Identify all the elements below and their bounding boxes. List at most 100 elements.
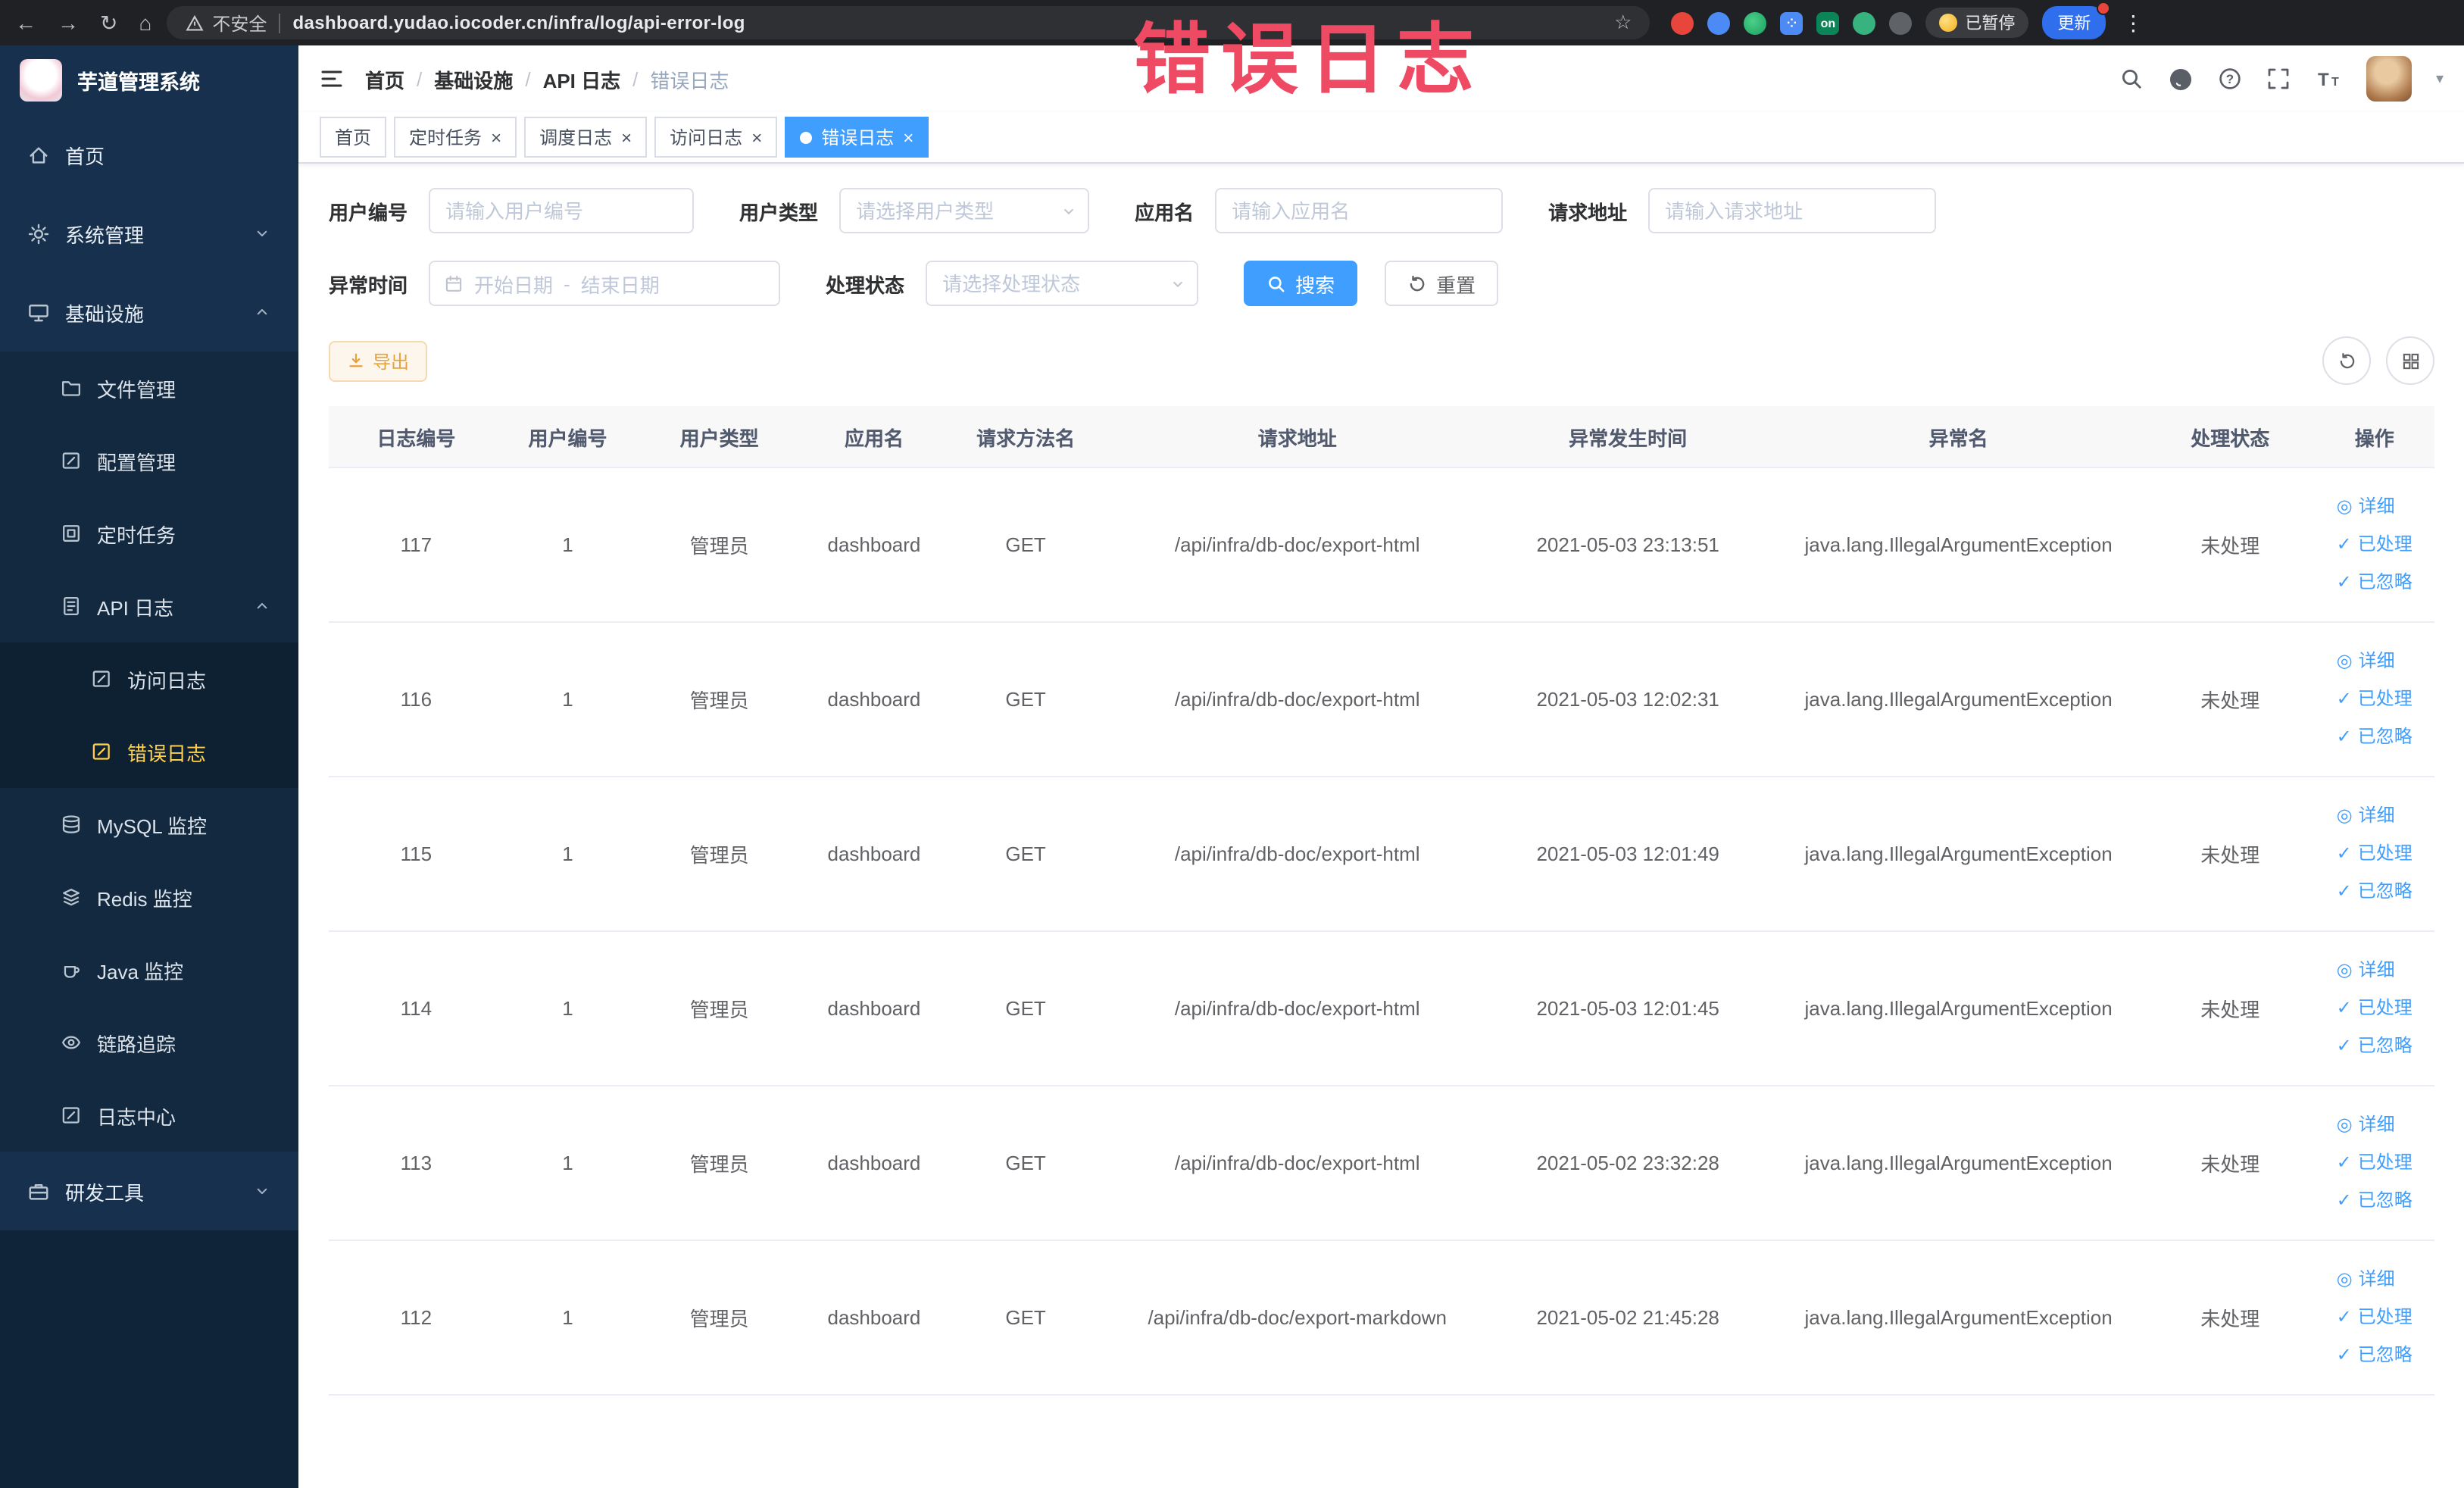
- processed-link[interactable]: ✓ 已处理: [2337, 680, 2412, 718]
- processed-link[interactable]: ✓ 已处理: [2337, 1144, 2412, 1182]
- breadcrumb-separator: /: [632, 67, 639, 90]
- close-icon[interactable]: ×: [903, 128, 913, 146]
- sidebar-item-home[interactable]: 首页: [0, 115, 298, 194]
- calendar-icon: [444, 274, 464, 293]
- avatar-caret-icon[interactable]: ▾: [2436, 70, 2444, 87]
- tab-error-log[interactable]: 错误日志 ×: [785, 117, 929, 158]
- sidebar-item-scheduled-jobs[interactable]: 定时任务: [0, 497, 298, 570]
- fullscreen-icon[interactable]: [2266, 67, 2291, 91]
- table-row: 116 1 管理员 dashboard GET /api/infra/db-do…: [329, 622, 2434, 777]
- processed-link[interactable]: ✓ 已处理: [2337, 526, 2412, 564]
- close-icon[interactable]: ×: [491, 128, 501, 146]
- sidebar-item-mysql-monitor[interactable]: MySQL 监控: [0, 788, 298, 861]
- cell-request-url: /api/infra/db-doc/export-html: [1110, 777, 1485, 932]
- home-icon[interactable]: ⌂: [139, 11, 151, 35]
- cell-exception-time: 2021-05-03 12:01:49: [1485, 777, 1772, 932]
- processed-link[interactable]: ✓ 已处理: [2337, 989, 2412, 1027]
- paused-badge[interactable]: 已暂停: [1925, 8, 2029, 38]
- refresh-table-button[interactable]: [2322, 336, 2371, 385]
- search-button[interactable]: 搜索: [1244, 261, 1358, 306]
- ignored-link[interactable]: ✓ 已忽略: [2337, 873, 2412, 911]
- cell-user-id: 1: [503, 467, 632, 623]
- not-secure-warning[interactable]: 不安全: [185, 10, 267, 36]
- sidebar-item-api-logs[interactable]: API 日志: [0, 570, 298, 642]
- breadcrumb-item[interactable]: 基础设施: [434, 64, 513, 93]
- sidebar-item-error-log[interactable]: 错误日志: [0, 715, 298, 788]
- search-icon[interactable]: [2119, 67, 2144, 91]
- font-size-icon[interactable]: TT: [2315, 67, 2342, 91]
- back-icon[interactable]: ←: [15, 11, 36, 35]
- request-url-input[interactable]: [1648, 188, 1937, 233]
- column-settings-button[interactable]: [2386, 336, 2434, 385]
- detail-link[interactable]: ◎ 详细: [2337, 642, 2412, 680]
- detail-link[interactable]: ◎ 详细: [2337, 952, 2412, 989]
- ignored-link[interactable]: ✓ 已忽略: [2337, 1182, 2412, 1220]
- processed-link[interactable]: ✓ 已处理: [2337, 835, 2412, 873]
- close-icon[interactable]: ×: [621, 128, 632, 146]
- sidebar-item-java-monitor[interactable]: Java 监控: [0, 933, 298, 1006]
- update-button[interactable]: 更新: [2042, 2, 2111, 39]
- sidebar-item-infrastructure[interactable]: 基础设施: [0, 273, 298, 352]
- sidebar-item-tracing[interactable]: 链路追踪: [0, 1006, 298, 1079]
- process-status-select[interactable]: [926, 261, 1199, 306]
- reset-button[interactable]: 重置: [1385, 261, 1499, 306]
- extension-icon[interactable]: [1707, 11, 1731, 34]
- detail-link[interactable]: ◎ 详细: [2337, 797, 2412, 835]
- breadcrumb-item[interactable]: API 日志: [543, 64, 621, 93]
- pin-extension-icon[interactable]: [1889, 11, 1913, 34]
- cell-exception-time: 2021-05-03 12:02:31: [1485, 622, 1772, 777]
- date-range-picker[interactable]: 开始日期 - 结束日期: [429, 261, 781, 306]
- app-frame: 芋道管理系统 首页 系统管理 基础设施 文件管理 配置管理 定时任务 API 日…: [0, 45, 2464, 1488]
- collapse-menu-icon[interactable]: [320, 67, 344, 91]
- github-icon[interactable]: [2168, 66, 2194, 92]
- ignored-link[interactable]: ✓ 已忽略: [2337, 1336, 2412, 1374]
- sidebar-item-access-log[interactable]: 访问日志: [0, 642, 298, 715]
- browser-menu-icon[interactable]: ⋮: [2119, 10, 2147, 36]
- close-icon[interactable]: ×: [751, 128, 762, 146]
- sidebar-item-file-management[interactable]: 文件管理: [0, 352, 298, 424]
- extension-icon[interactable]: [1671, 11, 1694, 34]
- tab-scheduled-jobs[interactable]: 定时任务 ×: [394, 117, 517, 158]
- extension-icon[interactable]: [1744, 11, 1767, 34]
- detail-link[interactable]: ◎ 详细: [2337, 1106, 2412, 1144]
- app-logo[interactable]: 芋道管理系统: [0, 45, 298, 115]
- cell-actions: ◎ 详细 ✓ 已处理 ✓ 已忽略: [2314, 1086, 2434, 1241]
- screen: 错误日志 ← → ↻ ⌂ 不安全 dashboard.yudao.iocoder…: [0, 0, 2464, 1488]
- user-type-select[interactable]: [839, 188, 1090, 233]
- detail-link[interactable]: ◎ 详细: [2337, 488, 2412, 526]
- bookmark-star-icon[interactable]: ☆: [1614, 11, 1632, 35]
- filter-process-status: 处理状态: [826, 261, 1199, 306]
- extension-icon[interactable]: on: [1816, 11, 1840, 34]
- address-bar[interactable]: 不安全 dashboard.yudao.iocoder.cn/infra/log…: [167, 6, 1650, 39]
- home-icon: [27, 143, 50, 166]
- sidebar-item-label: MySQL 监控: [97, 814, 207, 837]
- extension-icon[interactable]: [1853, 11, 1876, 34]
- cell-user-id: 1: [503, 931, 632, 1086]
- sidebar-item-system[interactable]: 系统管理: [0, 194, 298, 273]
- tab-schedule-log[interactable]: 调度日志 ×: [524, 117, 648, 158]
- help-icon[interactable]: ?: [2218, 67, 2242, 91]
- reload-icon[interactable]: ↻: [100, 10, 117, 36]
- ignored-link[interactable]: ✓ 已忽略: [2337, 564, 2412, 602]
- ignored-link[interactable]: ✓ 已忽略: [2337, 718, 2412, 756]
- check-icon: ✓: [2336, 1189, 2352, 1211]
- detail-link[interactable]: ◎ 详细: [2337, 1261, 2412, 1299]
- sidebar-item-label: Redis 监控: [97, 887, 192, 910]
- export-button[interactable]: 导出: [329, 340, 428, 381]
- processed-link[interactable]: ✓ 已处理: [2337, 1299, 2412, 1336]
- sidebar-item-config-management[interactable]: 配置管理: [0, 424, 298, 497]
- sidebar-item-redis-monitor[interactable]: Redis 监控: [0, 861, 298, 933]
- breadcrumb-item[interactable]: 首页: [365, 64, 404, 93]
- cell-app-name: dashboard: [807, 1086, 942, 1241]
- forward-icon[interactable]: →: [58, 11, 79, 35]
- extension-icon[interactable]: ⁘: [1780, 11, 1803, 34]
- app-name-input[interactable]: [1215, 188, 1504, 233]
- tab-home[interactable]: 首页: [320, 117, 387, 158]
- ignored-link[interactable]: ✓ 已忽略: [2337, 1027, 2412, 1065]
- tab-access-log[interactable]: 访问日志 ×: [654, 117, 778, 158]
- filter-request-url: 请求地址: [1548, 188, 1937, 233]
- user-id-input[interactable]: [429, 188, 695, 233]
- user-avatar[interactable]: [2366, 56, 2412, 102]
- sidebar-item-dev-tools[interactable]: 研发工具: [0, 1152, 298, 1230]
- sidebar-item-log-center[interactable]: 日志中心: [0, 1079, 298, 1152]
